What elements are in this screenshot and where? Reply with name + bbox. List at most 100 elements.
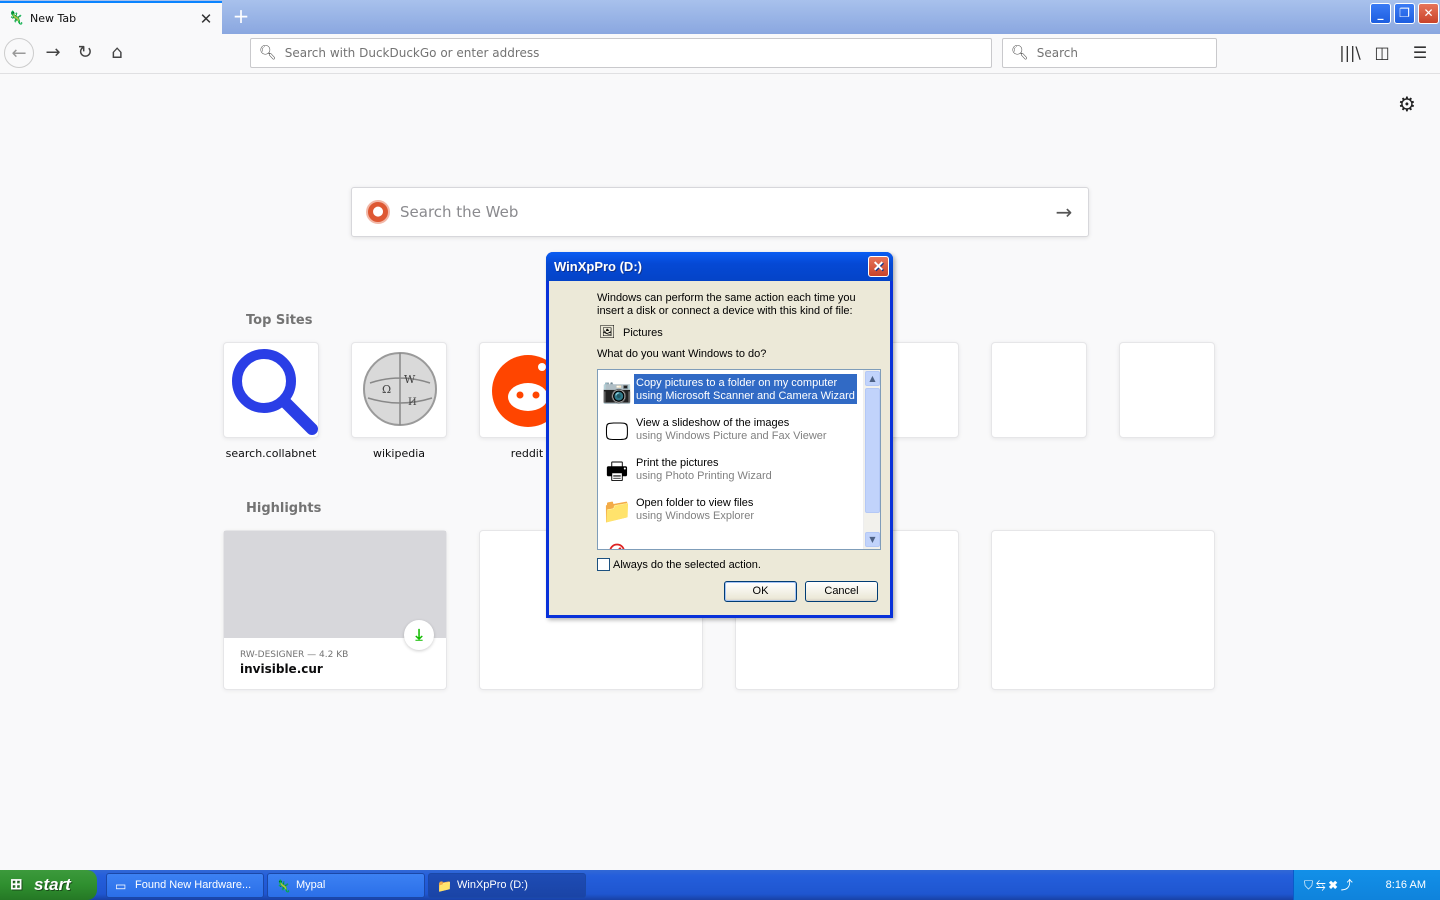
option-subtitle: using Photo Printing Wizard bbox=[636, 470, 772, 482]
library-button[interactable]: |||\ bbox=[1335, 38, 1365, 68]
arrow-right-icon: → bbox=[45, 42, 61, 63]
tab-new-tab[interactable]: 🦎 New Tab ✕ bbox=[0, 1, 222, 34]
top-site-label: search.collabnet bbox=[225, 447, 317, 460]
list-item[interactable]: 📷 Copy pictures to a folder on my comput… bbox=[600, 374, 862, 410]
task-label: Mypal bbox=[296, 879, 326, 891]
taskbar: ⊞ start ▭ Found New Hardware... 🦎 Mypal … bbox=[0, 870, 1440, 900]
web-search-box[interactable]: ● → bbox=[351, 187, 1089, 237]
search-icon: 🔍︎ bbox=[259, 45, 277, 61]
list-item[interactable]: 🖵 View a slideshow of the images using W… bbox=[600, 414, 862, 450]
svg-text:И: И bbox=[408, 397, 417, 408]
close-window-button[interactable]: ✕ bbox=[1418, 3, 1439, 24]
magnifier-icon bbox=[232, 349, 318, 435]
dialog-intro: Windows can perform the same action each… bbox=[597, 292, 856, 317]
highlight-card-empty bbox=[991, 530, 1215, 690]
option-subtitle: using Microsoft Scanner and Camera Wizar… bbox=[636, 390, 855, 402]
sidebar-icon: ◫ bbox=[1374, 43, 1390, 62]
menu-button[interactable]: ☰ bbox=[1405, 38, 1435, 68]
alert-icon[interactable]: ✖ bbox=[1329, 878, 1341, 892]
ok-button[interactable]: OK bbox=[724, 581, 797, 602]
cancel-button[interactable]: Cancel bbox=[805, 581, 878, 602]
scroll-thumb[interactable] bbox=[865, 388, 880, 513]
close-tab-icon[interactable]: ✕ bbox=[198, 11, 214, 27]
home-button[interactable]: ⌂ bbox=[102, 38, 132, 68]
web-search-input[interactable] bbox=[400, 203, 1040, 221]
folder-icon: 📁 bbox=[602, 497, 632, 525]
tray-icons[interactable]: ⛉⇆✖⤴ bbox=[1304, 870, 1356, 900]
list-item[interactable]: 📁 Open folder to view files using Window… bbox=[600, 494, 862, 530]
safely-remove-icon[interactable]: ⤴ bbox=[1341, 878, 1356, 892]
list-item[interactable]: 🖶 Print the pictures using Photo Printin… bbox=[600, 454, 862, 490]
always-checkbox[interactable] bbox=[597, 558, 610, 571]
highlight-filename: invisible.cur bbox=[240, 662, 323, 676]
top-site-tile-wikipedia[interactable]: Ω W И bbox=[351, 342, 447, 438]
top-site-tile-empty[interactable] bbox=[991, 342, 1087, 438]
nav-toolbar: ← → ↻ ⌂ 🔍︎ 🔍︎ |||\ ◫ ☰ bbox=[0, 34, 1440, 74]
search-input[interactable] bbox=[1036, 46, 1216, 60]
scanner-camera-icon: 📷 bbox=[602, 377, 632, 405]
scroll-down-icon[interactable]: ▼ bbox=[865, 532, 880, 547]
dialog-title-bar[interactable]: WinXpPro (D:) ✕ bbox=[546, 252, 893, 281]
mypal-icon: 🦎 bbox=[276, 879, 291, 893]
forward-button[interactable]: → bbox=[38, 38, 68, 68]
wikipedia-globe-icon: Ω W И bbox=[363, 352, 437, 426]
option-subtitle: using Windows Picture and Fax Viewer bbox=[636, 430, 827, 442]
system-tray: ⛉⇆✖⤴ 8:16 AM bbox=[1293, 870, 1440, 900]
taskbar-task-found-new-hardware[interactable]: ▭ Found New Hardware... bbox=[106, 873, 264, 898]
back-button[interactable]: ← bbox=[4, 38, 34, 68]
mypal-icon: 🦎 bbox=[8, 10, 25, 26]
library-icon: |||\ bbox=[1339, 43, 1361, 62]
tab-strip: 🦎 New Tab ✕ + _ ❐ ✕ bbox=[0, 0, 1440, 34]
duckduckgo-icon: ● bbox=[366, 200, 390, 224]
top-site-tile-search-collabnet[interactable] bbox=[223, 342, 319, 438]
option-title: Copy pictures to a folder on my computer bbox=[636, 377, 838, 389]
url-bar[interactable]: 🔍︎ bbox=[250, 38, 992, 68]
windows-flag-icon: ⊞ bbox=[10, 876, 23, 893]
projector-screen-icon: 🖵 bbox=[605, 417, 629, 445]
scroll-up-icon[interactable]: ▲ bbox=[865, 371, 880, 386]
printer-icon: 🖶 bbox=[605, 457, 629, 485]
taskbar-task-mypal[interactable]: 🦎 Mypal bbox=[267, 873, 425, 898]
highlights-title: Highlights bbox=[246, 501, 322, 516]
option-title: Print the pictures bbox=[636, 457, 719, 469]
dialog-close-button[interactable]: ✕ bbox=[868, 256, 889, 277]
download-icon: ⤓ bbox=[404, 620, 434, 650]
folder-icon: 📁 bbox=[437, 879, 452, 893]
search-icon: 🔍︎ bbox=[1011, 45, 1029, 61]
new-tab-button[interactable]: + bbox=[229, 4, 253, 28]
task-label: Found New Hardware... bbox=[135, 879, 252, 891]
security-shield-icon[interactable]: ⛉ bbox=[1304, 878, 1316, 892]
taskbar-task-winxppro[interactable]: 📁 WinXpPro (D:) bbox=[428, 873, 586, 898]
tab-title: New Tab bbox=[30, 12, 77, 25]
always-label: Always do the selected action. bbox=[613, 559, 761, 571]
highlight-card[interactable]: ⤓ RW-DESIGNER — 4.2 KB invisible.cur bbox=[223, 530, 447, 690]
task-label: WinXpPro (D:) bbox=[457, 879, 528, 891]
list-item-partial[interactable]: ⊘ bbox=[600, 534, 862, 549]
list-scrollbar[interactable]: ▲ ▼ bbox=[863, 370, 880, 549]
url-input[interactable] bbox=[284, 46, 944, 60]
dialog-question: What do you want Windows to do? bbox=[597, 348, 767, 360]
arrow-right-icon[interactable]: → bbox=[1040, 200, 1088, 224]
network-icon[interactable]: ⇆ bbox=[1316, 878, 1329, 892]
minimize-button[interactable]: _ bbox=[1370, 3, 1391, 24]
option-title: View a slideshow of the images bbox=[636, 417, 790, 429]
top-site-tile-empty[interactable] bbox=[1119, 342, 1215, 438]
restore-button[interactable]: ❐ bbox=[1394, 3, 1415, 24]
start-button[interactable]: ⊞ start bbox=[0, 870, 97, 900]
arrow-left-icon: ← bbox=[11, 43, 27, 64]
gear-icon[interactable]: ⚙ bbox=[1398, 92, 1416, 116]
hamburger-menu-icon: ☰ bbox=[1412, 43, 1428, 62]
reload-icon: ↻ bbox=[77, 42, 93, 63]
action-list[interactable]: 📷 Copy pictures to a folder on my comput… bbox=[597, 369, 881, 550]
reload-button[interactable]: ↻ bbox=[70, 38, 100, 68]
no-action-icon: ⊘ bbox=[600, 534, 634, 549]
dialog-title: WinXpPro (D:) bbox=[554, 259, 642, 274]
top-sites-title: Top Sites bbox=[246, 313, 313, 328]
option-title: Open folder to view files bbox=[636, 497, 754, 509]
sidebar-button[interactable]: ◫ bbox=[1367, 38, 1397, 68]
content-type-label: Pictures bbox=[623, 327, 663, 339]
window-icon: ▭ bbox=[115, 879, 127, 893]
autoplay-dialog: WinXpPro (D:) ✕ Windows can perform the … bbox=[546, 252, 893, 618]
search-bar[interactable]: 🔍︎ bbox=[1002, 38, 1217, 68]
top-site-label: wikipedia bbox=[372, 447, 425, 460]
